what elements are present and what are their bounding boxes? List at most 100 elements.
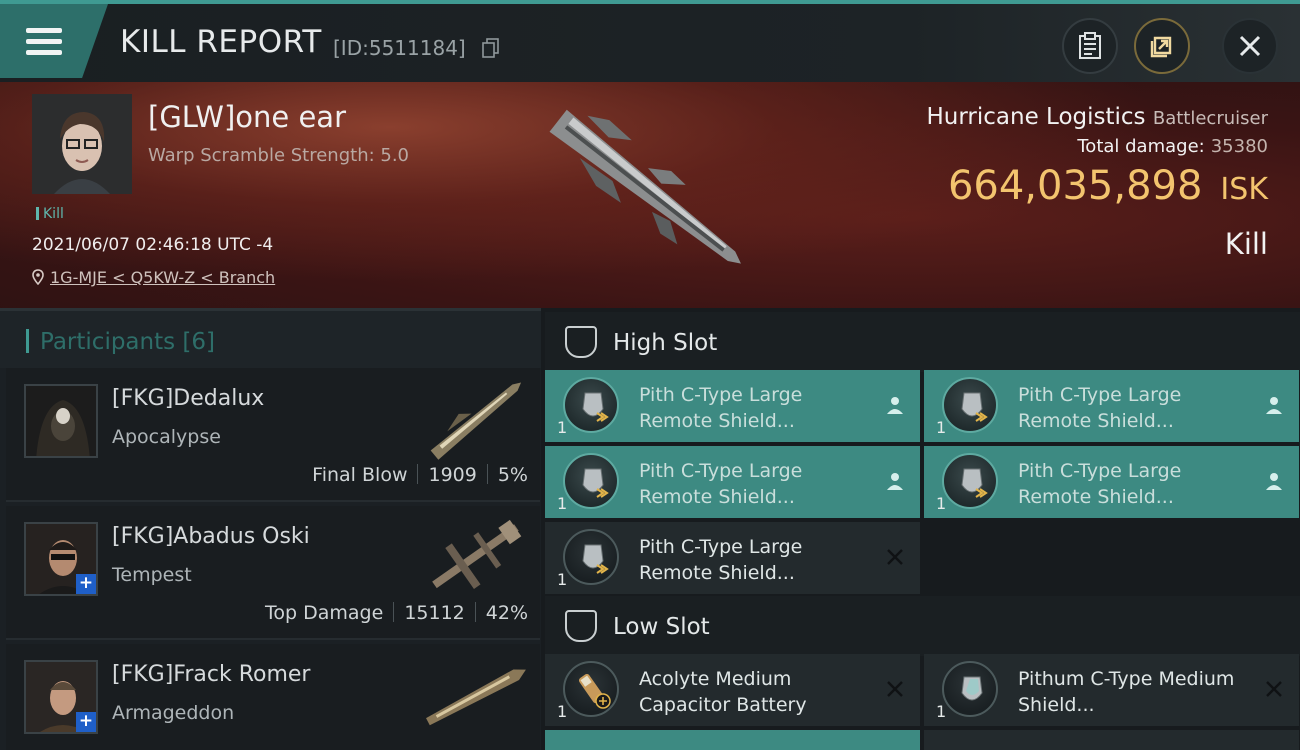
- participant-row[interactable]: + [FKG]Abadus Oski Tempest Top Damage 151…: [6, 506, 540, 640]
- participant-ship-image: [432, 519, 522, 589]
- clipboard-icon: [1079, 32, 1101, 59]
- participant-ship: Apocalypse: [112, 426, 221, 448]
- module-name: Acolyte Medium Capacitor Battery: [639, 668, 807, 716]
- shield-module-icon: [563, 453, 619, 509]
- destroyed-x-icon: [887, 549, 903, 565]
- module-quantity: 1: [936, 702, 947, 721]
- warp-scramble-strength: Warp Scramble Strength: 5.0: [148, 145, 410, 166]
- location-link[interactable]: 1G-MJE < Q5KW-Z < Branch: [50, 268, 275, 287]
- module-slot[interactable]: 1 Pith C-Type Large Remote Shield...: [924, 370, 1299, 442]
- participant-damage: 15112: [404, 602, 465, 624]
- victim-ship-name[interactable]: Hurricane Logistics: [927, 104, 1146, 130]
- participant-role: Top Damage: [265, 602, 384, 624]
- module-name: Pith C-Type Large Remote Shield...: [639, 384, 803, 432]
- high-slot-title: High Slot: [613, 330, 718, 356]
- participants-panel: Participants [6] [FKG]Dedalux Apocalypse…: [0, 308, 541, 750]
- kill-result-label: Kill: [1224, 227, 1268, 261]
- module-slot[interactable]: 1 Pith C-Type Large Remote Shield...: [545, 522, 920, 594]
- menu-button[interactable]: [0, 4, 108, 78]
- kill-timestamp: 2021/06/07 02:46:18 UTC -4: [32, 235, 274, 255]
- share-button[interactable]: [1134, 18, 1190, 74]
- participant-portrait: +: [24, 660, 98, 734]
- dropped-person-icon: [1266, 473, 1282, 490]
- participant-ship-image: [430, 382, 522, 460]
- destroyed-x-icon: [1266, 681, 1282, 697]
- participant-portrait: +: [24, 522, 98, 596]
- module-name: Pith C-Type Large Remote Shield...: [1018, 384, 1182, 432]
- participant-percent: 5%: [497, 464, 528, 486]
- total-damage-label: Total damage:: [1077, 136, 1205, 157]
- participant-ship-image: [426, 669, 526, 726]
- participant-stats: Final Blow 1909 5%: [312, 464, 528, 486]
- victim-ship-image: [549, 109, 741, 264]
- high-slot-header: High Slot: [545, 312, 1300, 372]
- shield-module-icon: [563, 377, 619, 433]
- dropped-person-icon: [887, 473, 903, 490]
- module-name: Pithum C-Type Medium Shield...: [1018, 668, 1235, 716]
- participant-percent: 42%: [485, 602, 528, 624]
- module-quantity: 1: [557, 494, 568, 513]
- shield-module-icon: [942, 377, 998, 433]
- participants-header[interactable]: Participants [6]: [0, 308, 541, 368]
- low-slot-header: Low Slot: [545, 596, 1300, 656]
- total-damage-value: 35380: [1210, 136, 1268, 157]
- module-slot[interactable]: 1 Pith C-Type Large Remote Shield...: [924, 446, 1299, 518]
- module-slot-partial[interactable]: [924, 730, 1299, 750]
- isk-value: 664,035,898: [947, 163, 1203, 209]
- participants-title: Participants [6]: [40, 329, 215, 355]
- page-title: KILL REPORT: [120, 24, 322, 60]
- participant-row[interactable]: [FKG]Dedalux Apocalypse Final Blow 1909 5%: [6, 368, 540, 502]
- participant-name: [FKG]Frack Romer: [112, 662, 311, 687]
- destroyed-x-icon: [887, 681, 903, 697]
- shield-module-icon: [942, 453, 998, 509]
- shield-module-icon: [563, 529, 619, 585]
- hamburger-icon: [26, 28, 62, 55]
- module-quantity: 1: [936, 418, 947, 437]
- participant-ship: Tempest: [112, 564, 192, 586]
- low-slot-title: Low Slot: [613, 614, 710, 640]
- module-name: Pith C-Type Large Remote Shield...: [639, 536, 803, 584]
- section-marker: [26, 329, 29, 353]
- victim-avatar[interactable]: [32, 94, 132, 194]
- close-icon: [1239, 35, 1261, 57]
- participant-name: [FKG]Abadus Oski: [112, 524, 310, 549]
- close-button[interactable]: [1222, 18, 1278, 74]
- shield-module-icon: [942, 661, 998, 717]
- fitting-panel: High Slot 1 Pith C-Type Large Remote Shi…: [541, 308, 1300, 750]
- kill-location[interactable]: 1G-MJE < Q5KW-Z < Branch: [32, 268, 275, 287]
- participant-name: [FKG]Dedalux: [112, 386, 265, 411]
- high-slot-icon: [565, 326, 597, 358]
- dropped-person-icon: [1266, 397, 1282, 414]
- kill-summary-banner: [GLW]one ear Warp Scramble Strength: 5.0…: [0, 82, 1300, 308]
- location-pin-icon: [32, 269, 44, 285]
- participant-row[interactable]: + [FKG]Frack Romer Armageddon: [6, 644, 540, 750]
- module-quantity: 1: [936, 494, 947, 513]
- module-quantity: 1: [557, 570, 568, 589]
- capacitor-battery-icon: [563, 661, 619, 717]
- module-quantity: 1: [557, 418, 568, 437]
- module-name: Pith C-Type Large Remote Shield...: [1018, 460, 1182, 508]
- victim-ship-class: Battlecruiser: [1152, 108, 1268, 129]
- plus-badge-icon: +: [76, 574, 96, 594]
- plus-badge-icon: +: [76, 712, 96, 732]
- participant-portrait: [24, 384, 98, 458]
- participant-role: Final Blow: [312, 464, 408, 486]
- module-slot-partial[interactable]: [545, 730, 920, 750]
- low-slot-icon: [565, 610, 597, 642]
- participant-stats: Top Damage 15112 42%: [265, 602, 528, 624]
- module-slot[interactable]: 1 Pithum C-Type Medium Shield...: [924, 654, 1299, 726]
- module-quantity: 1: [557, 702, 568, 721]
- participant-ship: Armageddon: [112, 702, 235, 724]
- victim-name[interactable]: [GLW]one ear: [148, 100, 346, 134]
- module-slot[interactable]: 1 Acolyte Medium Capacitor Battery: [545, 654, 920, 726]
- module-name: Pith C-Type Large Remote Shield...: [639, 460, 803, 508]
- clipboard-button[interactable]: [1062, 18, 1118, 74]
- participant-damage: 1909: [428, 464, 477, 486]
- kill-tag: Kill: [36, 206, 64, 222]
- module-slot[interactable]: 1 Pith C-Type Large Remote Shield...: [545, 370, 920, 442]
- module-slot[interactable]: 1 Pith C-Type Large Remote Shield...: [545, 446, 920, 518]
- share-icon: [1150, 36, 1172, 58]
- copy-icon[interactable]: [482, 38, 500, 58]
- isk-unit: ISK: [1220, 172, 1268, 207]
- header-bar: KILL REPORT [ID:5511184]: [0, 4, 1300, 82]
